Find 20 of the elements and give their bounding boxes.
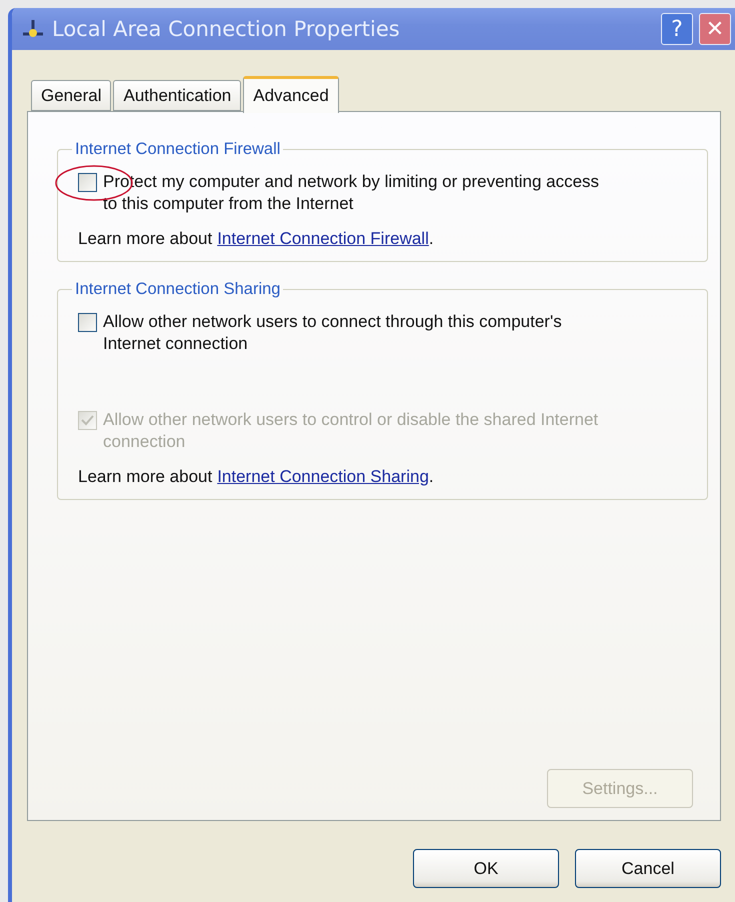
help-link[interactable]: Internet Connection Sharing [217,467,429,486]
window-title: Local Area Connection Properties [52,17,401,41]
checkbox-label: Allow other network users to connect through this computer's Internet connection [103,311,563,355]
cancel-button[interactable]: Cancel [575,849,721,888]
network-icon [20,18,46,40]
checkbox-label: Allow other network users to control or disable the shared Internet connection [103,409,600,453]
help-link[interactable]: Internet Connection Firewall [217,229,429,248]
group-title: Internet Connection Sharing [74,280,282,299]
learn-more-text: Learn more about [78,467,212,487]
learn-more-text: Learn more about [78,229,212,249]
checkbox[interactable] [78,313,97,332]
checkbox[interactable] [78,173,97,192]
tab[interactable]: Authentication [113,80,242,111]
group-title: Internet Connection Firewall [74,140,282,159]
tab[interactable]: General [31,80,112,111]
period: . [428,229,434,248]
period: . [428,467,434,486]
help-button[interactable]: ? [661,13,693,45]
ok-button[interactable]: OK [413,849,559,888]
tab[interactable]: Advanced [243,76,339,113]
